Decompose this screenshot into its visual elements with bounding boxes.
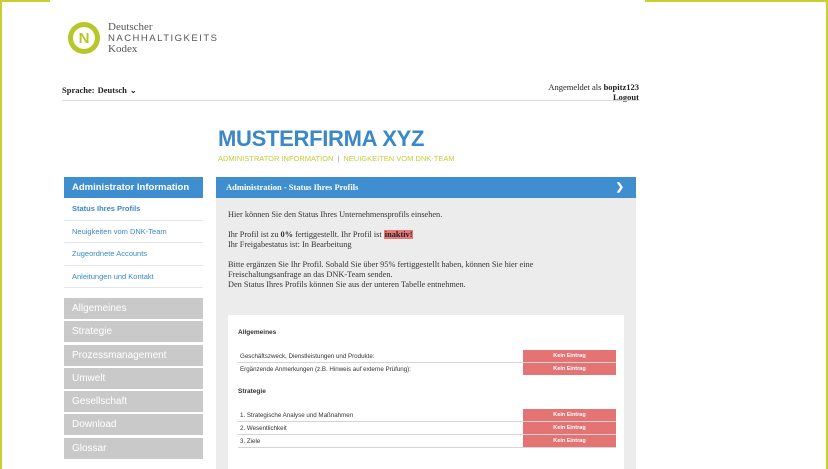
logged-in-label: Angemeldet als <box>548 82 602 92</box>
page-title: MUSTERFIRMA XYZ <box>218 126 425 151</box>
section-title-strategie: Strategie <box>238 388 266 395</box>
sidebar-category-umwelt[interactable]: Umwelt <box>64 367 203 389</box>
sidebar-category-glossar[interactable]: Glossar <box>64 437 203 459</box>
link-separator: | <box>337 154 340 163</box>
sidebar-item-status[interactable]: Status Ihres Profils <box>64 198 203 221</box>
section-title-allgemeines: Allgemeines <box>238 329 277 336</box>
info-line-2: Freischaltungsanfrage an das DNK-Team se… <box>228 270 393 279</box>
sidebar-item-news[interactable]: Neuigkeiten vom DNK-Team <box>64 221 203 243</box>
profile-state-badge: inaktiv! <box>383 230 414 239</box>
info-line-1: Bitte ergänzen Sie Ihr Profil. Sobald Si… <box>228 260 534 269</box>
row-label: 3. Ziele <box>240 438 261 445</box>
dnk-logo[interactable]: N Deutscher NACHHALTIGKEITS Kodex <box>68 22 218 55</box>
logo-line-1: Deutscher <box>108 21 153 33</box>
table-row: Ergänzende Anmerkungen (z.B. Hinweis auf… <box>238 363 616 376</box>
username: bopitz123 <box>603 82 639 92</box>
sidebar-item-accounts[interactable]: Zugeordnete Accounts <box>64 243 203 266</box>
panel-body: Hier können Sie den Status Ihres Unterne… <box>216 198 636 290</box>
chevron-down-icon[interactable]: ❯ <box>616 177 624 198</box>
logo-letter: N <box>73 27 95 49</box>
sidebar-category-prozessmanagement[interactable]: Prozessmanagement <box>64 344 203 366</box>
news-link[interactable]: NEUIGKEITEN VOM DNK-TEAM <box>343 154 454 163</box>
progress-line: Ihr Profil ist zu 0% fertiggestellt. Ihr… <box>228 230 626 240</box>
sidebar: Administrator Information Status Ihres P… <box>64 177 203 461</box>
status-badge[interactable]: Kein Eintrag <box>523 363 616 375</box>
row-label: Geschäftszweck, Dienstleistungen und Pro… <box>240 353 375 360</box>
language-value[interactable]: Deutsch <box>98 85 127 95</box>
table-row: Geschäftszweck, Dienstleistungen und Pro… <box>238 350 616 363</box>
language-selector[interactable]: Sprache: Deutsch ⌄ <box>62 85 137 95</box>
header-links: ADMINISTRATOR INFORMATION | NEUIGKEITEN VO… <box>218 154 455 163</box>
sidebar-category-allgemeines[interactable]: Allgemeines <box>64 298 203 319</box>
logo-wordmark: Deutscher NACHHALTIGKEITS Kodex <box>108 22 218 55</box>
panel-title: Administration - Status Ihres Profils <box>226 182 359 192</box>
row-label: 2. Wesentlichkeit <box>240 425 287 432</box>
user-box: Angemeldet als bopitz123 Logout <box>548 82 639 102</box>
row-label: Ergänzende Anmerkungen (z.B. Hinweis auf… <box>240 366 411 373</box>
logged-in-line: Angemeldet als bopitz123 <box>548 82 639 92</box>
info-line-3: Den Status Ihres Profils können Sie aus … <box>228 280 466 289</box>
progress-prefix: Ihr Profil ist zu <box>228 230 281 239</box>
sidebar-category-strategie[interactable]: Strategie <box>64 321 203 343</box>
status-badge[interactable]: Kein Eintrag <box>523 350 616 362</box>
progress-value: 0% <box>280 230 293 239</box>
row-label: 1. Strategische Analyse und Maßnahmen <box>240 412 354 419</box>
sidebar-category-gesellschaft[interactable]: Gesellschaft <box>64 391 203 413</box>
status-badge[interactable]: Kein Eintrag <box>523 409 616 421</box>
logo-emblem-icon: N <box>68 22 100 54</box>
panel-header[interactable]: Administration - Status Ihres Profils ❯ <box>216 177 636 198</box>
logo-line-3: Kodex <box>108 43 138 55</box>
page: N Deutscher NACHHALTIGKEITS Kodex Sprach… <box>50 0 645 469</box>
table-row: 3. Ziele Kein Eintrag <box>238 435 616 448</box>
status-badge[interactable]: Kein Eintrag <box>523 422 616 434</box>
progress-mid: fertiggestellt. Ihr Profil ist <box>293 230 384 239</box>
release-status: Ihr Freigabestatus ist: In Bearbeitung <box>228 240 352 249</box>
chevron-down-icon[interactable]: ⌄ <box>130 86 137 95</box>
language-label: Sprache: <box>62 85 95 95</box>
admin-info-link[interactable]: ADMINISTRATOR INFORMATION <box>218 154 333 163</box>
sidebar-category-download[interactable]: Download <box>64 414 203 436</box>
intro-text: Hier können Sie den Status Ihres Unterne… <box>228 210 443 219</box>
sidebar-item-guides[interactable]: Anleitungen und Kontakt <box>64 266 203 288</box>
status-badge[interactable]: Kein Eintrag <box>523 435 616 447</box>
table-row: 1. Strategische Analyse und Maßnahmen Ke… <box>238 409 616 422</box>
status-panel: Administration - Status Ihres Profils ❯ … <box>216 177 636 469</box>
status-table: Allgemeines Geschäftszweck, Dienstleistu… <box>228 315 624 469</box>
table-row: 2. Wesentlichkeit Kein Eintrag <box>238 422 616 435</box>
sidebar-title[interactable]: Administrator Information <box>64 177 203 198</box>
header-divider <box>62 100 639 101</box>
